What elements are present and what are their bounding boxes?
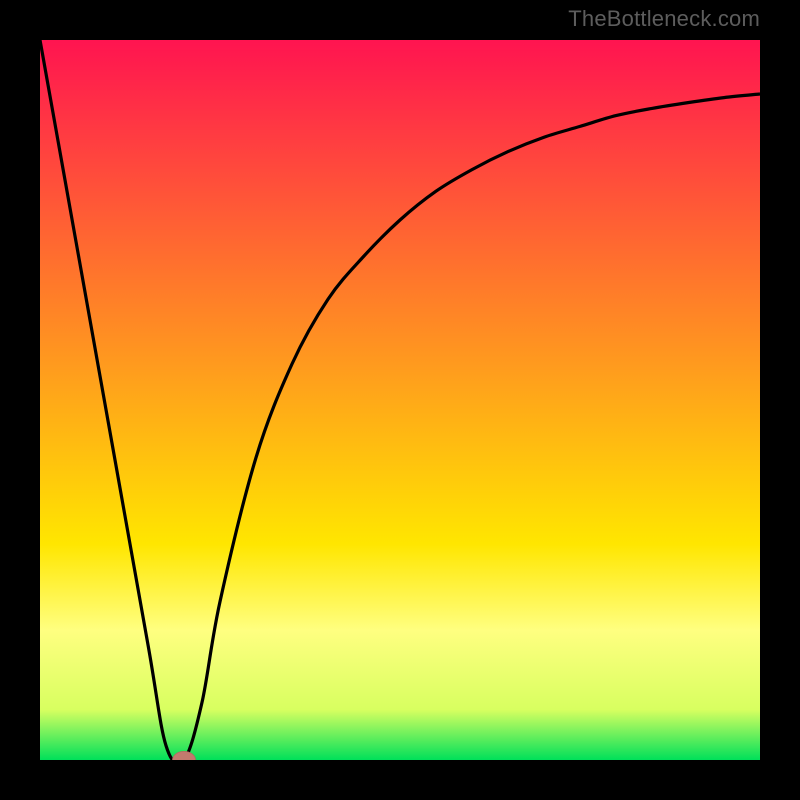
chart-svg [40,40,760,760]
plot-area [40,40,760,760]
watermark-text: TheBottleneck.com [568,6,760,32]
